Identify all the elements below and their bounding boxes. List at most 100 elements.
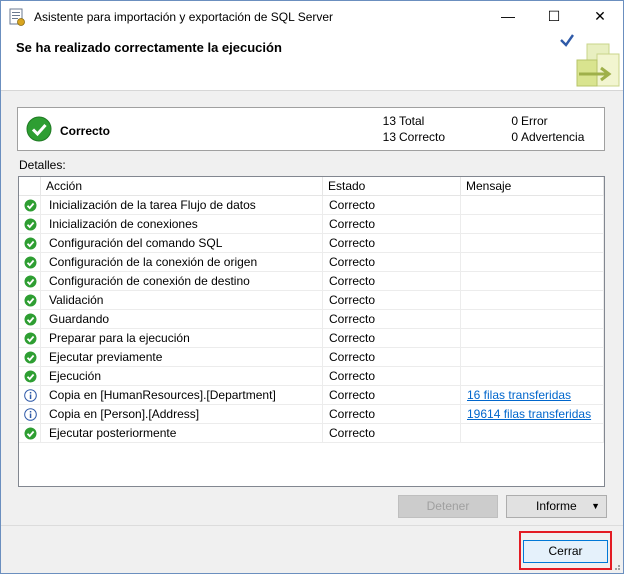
success-icon [24, 332, 37, 345]
success-icon [24, 313, 37, 326]
table-row[interactable]: Guardando Correcto [19, 310, 604, 329]
table-header: Acción Estado Mensaje [19, 177, 604, 196]
cell-icon [19, 234, 41, 253]
cell-message [461, 253, 604, 272]
cell-status: Correcto [323, 272, 461, 291]
cell-message [461, 272, 604, 291]
cell-status: Correcto [323, 310, 461, 329]
table-row[interactable]: Preparar para la ejecución Correcto [19, 329, 604, 348]
cell-icon [19, 329, 41, 348]
cell-action: Configuración de conexión de destino [41, 272, 323, 291]
table-row[interactable]: Ejecución Correcto [19, 367, 604, 386]
cell-status: Correcto [323, 196, 461, 215]
cell-action: Inicialización de conexiones [41, 215, 323, 234]
summary-issues: 0 Error 0 Advertencia [504, 113, 584, 145]
close-window-button[interactable]: ✕ [577, 1, 623, 32]
cell-action: Copia en [HumanResources].[Department] [41, 386, 323, 405]
cell-message [461, 348, 604, 367]
stop-button[interactable]: Detener [398, 495, 498, 518]
cell-icon [19, 253, 41, 272]
column-header-icon[interactable] [19, 177, 41, 195]
cell-action: Inicialización de la tarea Flujo de dato… [41, 196, 323, 215]
success-icon [24, 275, 37, 288]
title-bar[interactable]: Asistente para importación y exportación… [1, 1, 623, 32]
table-row[interactable]: Copia en [Person].[Address] Correcto 19614… [19, 405, 604, 424]
success-label: Correcto [399, 130, 446, 144]
warning-label: Advertencia [521, 130, 585, 144]
summary-panel: Correcto 13 Total 13 Correcto 0 Error 0 Adve… [17, 107, 605, 151]
resize-grip-icon[interactable] [611, 561, 621, 571]
success-icon [24, 294, 37, 307]
table-row[interactable]: Validación Correcto [19, 291, 604, 310]
cell-icon [19, 196, 41, 215]
cell-icon [19, 310, 41, 329]
cell-message [461, 367, 604, 386]
cell-icon [19, 272, 41, 291]
error-label: Error [521, 114, 548, 128]
table-row[interactable]: Copia en [HumanResources].[Department] Co… [19, 386, 604, 405]
table-row[interactable]: Inicialización de conexiones Correcto [19, 215, 604, 234]
report-button[interactable]: Informe ▼ [506, 495, 607, 518]
column-header-message[interactable]: Mensaje [461, 177, 604, 195]
cell-status: Correcto [323, 367, 461, 386]
close-button[interactable]: Cerrar [523, 540, 608, 563]
wizard-header: Se ha realizado correctamente la ejecuci… [1, 32, 623, 91]
rows-transferred-link[interactable]: 16 filas transferidas [467, 388, 571, 402]
report-button-label: Informe [536, 499, 577, 513]
minimize-button[interactable]: — [485, 1, 531, 32]
summary-status: Correcto [60, 124, 111, 138]
wizard-window: Asistente para importación y exportación… [0, 0, 624, 574]
cell-status: Correcto [323, 329, 461, 348]
page-title: Se ha realizado correctamente la ejecuci… [16, 40, 282, 55]
success-icon [24, 199, 37, 212]
app-icon [9, 8, 25, 26]
cell-message [461, 215, 604, 234]
success-count: 13 [382, 130, 396, 144]
cell-icon [19, 386, 41, 405]
wizard-banner-icon [560, 34, 620, 87]
cell-action: Configuración del comando SQL [41, 234, 323, 253]
table-row[interactable]: Inicialización de la tarea Flujo de dato… [19, 196, 604, 215]
table-row[interactable]: Configuración de conexión de destino Corr… [19, 272, 604, 291]
cell-status: Correcto [323, 291, 461, 310]
success-icon [24, 351, 37, 364]
cell-icon [19, 348, 41, 367]
cell-action: Ejecución [41, 367, 323, 386]
cell-status: Correcto [323, 386, 461, 405]
cell-action: Guardando [41, 310, 323, 329]
summary-totals: 13 Total 13 Correcto [382, 113, 445, 145]
total-label: Total [399, 114, 425, 128]
cell-message[interactable]: 16 filas transferidas [461, 386, 604, 405]
table-row[interactable]: Ejecutar posteriormente Correcto [19, 424, 604, 443]
total-count: 13 [382, 114, 396, 128]
cell-icon [19, 215, 41, 234]
cell-message [461, 196, 604, 215]
footer-divider [1, 525, 623, 526]
cell-action: Ejecutar posteriormente [41, 424, 323, 443]
cell-message[interactable]: 19614 filas transferidas [461, 405, 604, 424]
table-row[interactable]: Ejecutar previamente Correcto [19, 348, 604, 367]
cell-action: Preparar para la ejecución [41, 329, 323, 348]
cell-icon [19, 291, 41, 310]
dropdown-arrow-icon: ▼ [591, 501, 600, 511]
column-header-status[interactable]: Estado [323, 177, 461, 195]
cell-status: Correcto [323, 215, 461, 234]
warning-count: 0 [511, 130, 518, 144]
cell-action: Copia en [Person].[Address] [41, 405, 323, 424]
rows-transferred-link[interactable]: 19614 filas transferidas [467, 407, 591, 421]
cell-action: Validación [41, 291, 323, 310]
column-header-action[interactable]: Acción [41, 177, 323, 195]
info-icon [24, 408, 37, 421]
maximize-button[interactable]: ☐ [531, 1, 577, 32]
table-row[interactable]: Configuración de la conexión de origen Co… [19, 253, 604, 272]
success-icon [24, 218, 37, 231]
details-table[interactable]: Acción Estado Mensaje Inicialización de … [18, 176, 605, 487]
cell-message [461, 424, 604, 443]
cell-action: Ejecutar previamente [41, 348, 323, 367]
cell-status: Correcto [323, 348, 461, 367]
cell-status: Correcto [323, 253, 461, 272]
success-icon [24, 370, 37, 383]
cell-icon [19, 424, 41, 443]
cell-status: Correcto [323, 424, 461, 443]
table-row[interactable]: Configuración del comando SQL Correcto [19, 234, 604, 253]
